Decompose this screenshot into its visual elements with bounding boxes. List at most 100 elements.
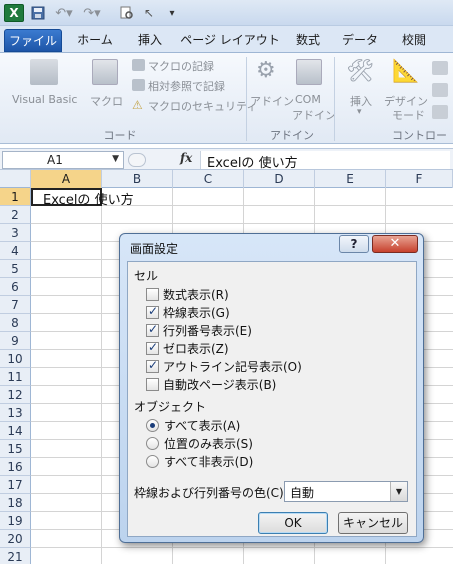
checkbox-label: アウトライン記号表示(O) — [163, 359, 302, 374]
column-headers: A B C D E F — [0, 170, 453, 188]
column-header-a[interactable]: A — [31, 170, 102, 188]
record-macro-button[interactable]: マクロの記録 — [148, 58, 214, 74]
checkbox-box[interactable] — [146, 322, 159, 337]
display-settings-dialog: 画面設定 ? ✕ セル 数式表示(R) 枠線表示(G) 行列番号表示(E) ゼロ… — [119, 233, 424, 543]
checkbox-label: 行列番号表示(E) — [163, 323, 252, 338]
radio-dot[interactable] — [146, 418, 159, 432]
tab-review[interactable]: 校閲 — [392, 29, 436, 52]
group-separator — [334, 57, 335, 141]
gridline-color-select[interactable]: 自動 ▼ — [284, 481, 408, 502]
print-preview-icon[interactable] — [118, 4, 134, 22]
relative-ref-icon — [132, 79, 145, 91]
design-mode-button-line2[interactable]: モード — [392, 107, 425, 123]
checkbox-label: 自動改ページ表示(B) — [163, 377, 277, 392]
checkbox-label: 数式表示(R) — [163, 287, 229, 302]
checkbox-box[interactable] — [146, 304, 159, 319]
checkbox-show-zeros[interactable]: ゼロ表示(Z) — [146, 340, 229, 356]
radio-dot[interactable] — [146, 454, 159, 468]
save-icon[interactable] — [30, 4, 46, 22]
checkbox-box[interactable] — [146, 340, 159, 355]
ok-button[interactable]: OK — [258, 512, 328, 534]
chevron-down-icon[interactable]: ▼ — [390, 482, 407, 501]
row-header[interactable]: 11 — [0, 368, 31, 386]
checkbox-show-page-breaks[interactable]: 自動改ページ表示(B) — [146, 376, 276, 392]
row-header[interactable]: 15 — [0, 440, 31, 458]
checkbox-show-formulas[interactable]: 数式表示(R) — [146, 286, 229, 302]
redo-icon[interactable]: ↷▾ — [80, 4, 104, 22]
name-box[interactable]: A1 ▼ — [2, 151, 124, 169]
radio-show-placeholders[interactable]: 位置のみ表示(S) — [146, 435, 253, 451]
excel-window: X ↶▾ ↷▾ ↖ ▾ ファイル ホーム 挿入 ページ レイアウト 数式 データ… — [0, 0, 453, 564]
radio-dot[interactable] — [146, 436, 159, 450]
checkbox-show-headings[interactable]: 行列番号表示(E) — [146, 322, 252, 338]
checkbox-box[interactable] — [146, 287, 159, 301]
row-header[interactable]: 20 — [0, 530, 31, 548]
row-header[interactable]: 12 — [0, 386, 31, 404]
customize-qat-icon[interactable]: ▾ — [166, 4, 178, 22]
tab-page-layout[interactable]: ページ レイアウト — [180, 29, 280, 52]
run-dialog-icon[interactable] — [432, 105, 448, 119]
row-header[interactable]: 2 — [0, 206, 31, 224]
macro-security-button[interactable]: マクロのセキュリティ — [148, 98, 257, 114]
column-header-d[interactable]: D — [244, 170, 315, 188]
row-header[interactable]: 21 — [0, 548, 31, 564]
row-header[interactable]: 5 — [0, 260, 31, 278]
help-button[interactable]: ? — [339, 235, 369, 253]
chevron-down-icon[interactable]: ▼ — [112, 154, 119, 164]
ribbon: Visual Basic マクロ マクロの記録 相対参照で記録 ⚠ マクロのセキ… — [0, 52, 453, 144]
tab-home[interactable]: ホーム — [70, 29, 120, 52]
com-addin-button-line1[interactable]: COM — [295, 93, 321, 106]
row-header[interactable]: 17 — [0, 476, 31, 494]
row-header[interactable]: 16 — [0, 458, 31, 476]
tab-formulas[interactable]: 数式 — [288, 29, 328, 52]
insert-function-icon[interactable]: fx — [180, 151, 192, 165]
row-header[interactable]: 14 — [0, 422, 31, 440]
row-header[interactable]: 3 — [0, 224, 31, 242]
select-all-corner[interactable] — [0, 170, 31, 188]
tab-file[interactable]: ファイル — [4, 29, 62, 52]
excel-logo-icon[interactable]: X — [4, 4, 24, 22]
quick-access-toolbar: X ↶▾ ↷▾ ↖ ▾ — [0, 0, 453, 26]
checkbox-show-outline[interactable]: アウトライン記号表示(O) — [146, 358, 302, 374]
cancel-button[interactable]: キャンセル — [338, 512, 408, 534]
radio-show-all[interactable]: すべて表示(A) — [146, 417, 240, 433]
relative-reference-button[interactable]: 相対参照で記録 — [148, 78, 225, 94]
radio-hide-all[interactable]: すべて非表示(D) — [146, 453, 253, 469]
row-header[interactable]: 1 — [0, 188, 31, 206]
com-addin-button-line2[interactable]: アドイン — [292, 107, 336, 123]
macro-button[interactable]: マクロ — [90, 93, 123, 109]
gridline-color-label: 枠線および行列番号の色(C): — [134, 486, 288, 500]
addin-button[interactable]: アドイン — [250, 93, 294, 109]
row-header[interactable]: 18 — [0, 494, 31, 512]
tab-data[interactable]: データ — [336, 29, 384, 52]
visual-basic-button[interactable]: Visual Basic — [12, 93, 77, 106]
column-header-b[interactable]: B — [102, 170, 173, 188]
row-header[interactable]: 4 — [0, 242, 31, 260]
row-header[interactable]: 7 — [0, 296, 31, 314]
view-code-icon[interactable] — [432, 83, 448, 97]
checkbox-label: ゼロ表示(Z) — [163, 341, 229, 356]
row-header[interactable]: 9 — [0, 332, 31, 350]
row-header[interactable]: 6 — [0, 278, 31, 296]
column-header-e[interactable]: E — [315, 170, 386, 188]
warning-icon: ⚠ — [132, 98, 143, 112]
checkbox-box[interactable] — [146, 358, 159, 373]
column-header-c[interactable]: C — [173, 170, 244, 188]
row-header[interactable]: 19 — [0, 512, 31, 530]
addin-group-label: アドイン — [270, 129, 314, 142]
dialog-title: 画面設定 — [130, 242, 179, 256]
formula-bar-splitter-icon[interactable] — [128, 153, 146, 167]
properties-icon[interactable] — [432, 61, 448, 75]
visual-basic-icon — [30, 59, 58, 85]
column-header-f[interactable]: F — [386, 170, 453, 188]
row-header[interactable]: 13 — [0, 404, 31, 422]
checkbox-box[interactable] — [146, 377, 159, 391]
close-button[interactable]: ✕ — [372, 235, 418, 253]
undo-icon[interactable]: ↶▾ — [52, 4, 76, 22]
tab-insert[interactable]: 挿入 — [128, 29, 172, 52]
pointer-icon[interactable]: ↖ — [142, 4, 156, 22]
row-header[interactable]: 10 — [0, 350, 31, 368]
checkbox-show-gridlines[interactable]: 枠線表示(G) — [146, 304, 230, 320]
row-header[interactable]: 8 — [0, 314, 31, 332]
formula-input[interactable]: Excelの 使い方 — [200, 151, 450, 171]
